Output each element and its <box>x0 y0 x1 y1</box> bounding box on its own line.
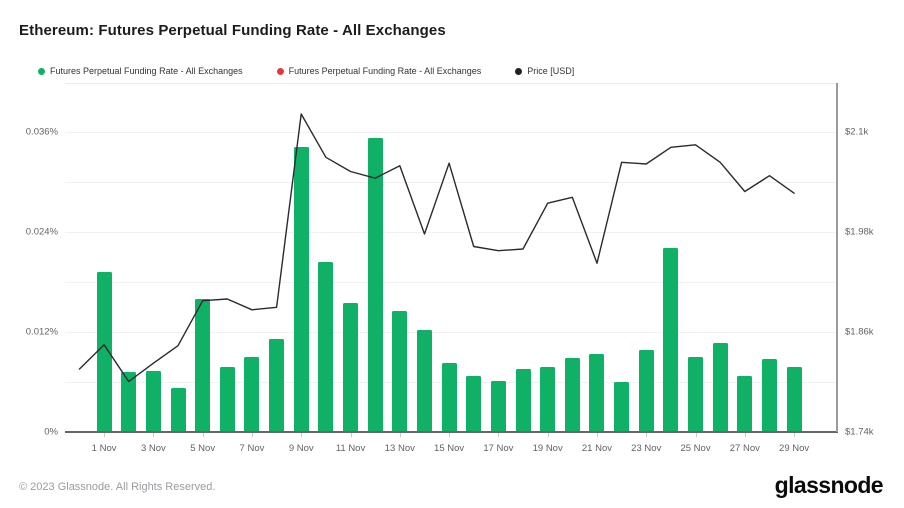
copyright-text: © 2023 Glassnode. All Rights Reserved. <box>19 481 215 493</box>
funding-rate-bar[interactable] <box>737 376 752 432</box>
right-axis-tick-label: $1.86k <box>845 326 874 337</box>
x-axis-tick-label: 5 Nov <box>190 443 215 454</box>
funding-rate-bar[interactable] <box>516 369 531 432</box>
funding-rate-bar[interactable] <box>466 376 481 432</box>
x-axis-tick-label: 17 Nov <box>483 443 513 454</box>
funding-rate-bar[interactable] <box>220 367 235 432</box>
plot-top-border <box>65 83 836 84</box>
left-axis-tick-label: 0.012% <box>14 326 58 337</box>
funding-rate-bar[interactable] <box>663 248 678 431</box>
x-axis-tick <box>301 433 302 437</box>
funding-rate-bar[interactable] <box>614 382 629 432</box>
x-axis-tick <box>153 433 154 437</box>
funding-rate-bar[interactable] <box>639 350 654 432</box>
x-axis-tick-label: 1 Nov <box>92 443 117 454</box>
funding-rate-bar[interactable] <box>269 339 284 432</box>
x-axis-tick <box>745 433 746 437</box>
funding-rate-bar[interactable] <box>195 299 210 432</box>
funding-rate-bar[interactable] <box>294 147 309 432</box>
chart-plot-area[interactable]: 0.036% 0.024% 0.012% 0% $2.1k $1.98k $1.86k $1.… <box>0 0 904 508</box>
x-axis-tick <box>646 433 647 437</box>
funding-rate-bar[interactable] <box>540 367 555 432</box>
x-axis-tick <box>351 433 352 437</box>
left-axis-tick-label: 0% <box>14 426 58 437</box>
x-axis-tick <box>449 433 450 437</box>
funding-rate-bar[interactable] <box>97 272 112 432</box>
funding-rate-bar[interactable] <box>442 363 457 431</box>
x-axis-tick <box>104 433 105 437</box>
right-axis-tick-label: $1.74k <box>845 426 874 437</box>
left-axis-tick-label: 0.024% <box>14 226 58 237</box>
x-axis-tick-label: 21 Nov <box>582 443 612 454</box>
x-axis-tick <box>252 433 253 437</box>
funding-rate-bar[interactable] <box>491 381 506 432</box>
funding-rate-bar[interactable] <box>565 358 580 431</box>
funding-rate-bar[interactable] <box>762 359 777 432</box>
price-line-path <box>80 114 795 382</box>
funding-rate-bar[interactable] <box>589 354 604 432</box>
x-axis-tick-label: 27 Nov <box>730 443 760 454</box>
funding-rate-bar[interactable] <box>368 138 383 431</box>
horizontal-gridline <box>65 282 836 283</box>
x-axis-tick-label: 11 Nov <box>336 443 365 454</box>
funding-rate-bar[interactable] <box>146 371 161 432</box>
funding-rate-bar[interactable] <box>171 388 186 431</box>
horizontal-gridline <box>65 232 836 233</box>
x-axis-line <box>65 431 838 433</box>
x-axis-tick <box>548 433 549 437</box>
x-axis-tick <box>696 433 697 437</box>
funding-rate-bar[interactable] <box>121 372 136 431</box>
glassnode-chart-page: Ethereum: Futures Perpetual Funding Rate… <box>0 0 904 508</box>
funding-rate-bar[interactable] <box>392 311 407 432</box>
x-axis-tick <box>400 433 401 437</box>
funding-rate-bar[interactable] <box>318 262 333 431</box>
x-axis-tick-label: 7 Nov <box>240 443 265 454</box>
right-axis-tick-label: $2.1k <box>845 126 868 137</box>
x-axis-tick-label: 3 Nov <box>141 443 166 454</box>
horizontal-gridline <box>65 332 836 333</box>
funding-rate-bar[interactable] <box>688 357 703 431</box>
x-axis-tick-label: 9 Nov <box>289 443 314 454</box>
x-axis-tick-label: 13 Nov <box>385 443 415 454</box>
funding-rate-bar[interactable] <box>244 357 259 431</box>
funding-rate-bar[interactable] <box>787 367 802 431</box>
left-axis-tick-label: 0.036% <box>14 126 58 137</box>
right-axis-tick-label: $1.98k <box>845 226 874 237</box>
x-axis-tick-label: 25 Nov <box>680 443 710 454</box>
x-axis-tick <box>203 433 204 437</box>
x-axis-tick-label: 29 Nov <box>779 443 809 454</box>
x-axis-tick <box>794 433 795 437</box>
horizontal-gridline <box>65 182 836 183</box>
x-axis-tick <box>498 433 499 437</box>
funding-rate-bar[interactable] <box>343 303 358 431</box>
right-axis-line <box>836 83 838 432</box>
x-axis-tick-label: 15 Nov <box>434 443 464 454</box>
funding-rate-bar[interactable] <box>417 330 432 432</box>
x-axis-tick-label: 19 Nov <box>533 443 563 454</box>
glassnode-logo: glassnode <box>775 472 883 499</box>
horizontal-gridline <box>65 132 836 133</box>
x-axis-tick <box>597 433 598 437</box>
funding-rate-bar[interactable] <box>713 343 728 431</box>
x-axis-tick-label: 23 Nov <box>631 443 661 454</box>
